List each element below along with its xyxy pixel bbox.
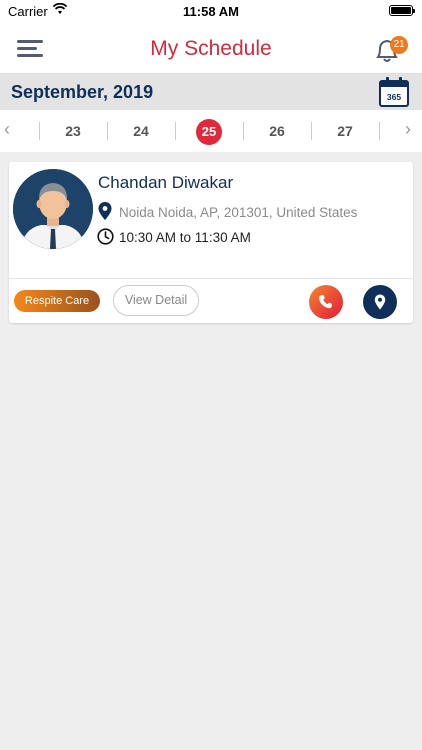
- battery-icon: [389, 5, 415, 16]
- date-cell-23[interactable]: 23: [39, 110, 107, 152]
- date-strip: ‹ 23 24 25 26 27 ›: [0, 110, 422, 152]
- appointment-time: 10:30 AM to 11:30 AM: [119, 230, 251, 245]
- status-bar: Carrier 11:58 AM: [0, 0, 422, 22]
- date-cell-27[interactable]: 27: [311, 110, 379, 152]
- phone-icon: [319, 295, 332, 309]
- view-detail-button[interactable]: View Detail: [113, 285, 199, 316]
- call-button[interactable]: [309, 285, 343, 319]
- client-name: Chandan Diwakar: [98, 173, 234, 192]
- nav-bar: My Schedule 21: [0, 22, 422, 74]
- navigate-button[interactable]: [363, 285, 397, 319]
- map-pin-icon: [374, 294, 386, 310]
- person-avatar-icon: [13, 169, 93, 249]
- month-bar: September, 2019 365: [0, 74, 422, 110]
- month-label: September, 2019: [11, 82, 154, 102]
- date-cell-26[interactable]: 26: [243, 110, 311, 152]
- clock-icon: [97, 228, 114, 245]
- prev-week-arrow[interactable]: ‹: [4, 119, 10, 140]
- calendar-365-icon[interactable]: 365: [378, 76, 410, 108]
- service-tag: Respite Care: [14, 290, 100, 312]
- avatar: [13, 169, 93, 249]
- location-pin-icon: [98, 202, 112, 220]
- date-cell-24[interactable]: 24: [107, 110, 175, 152]
- selected-date: 25: [196, 119, 222, 145]
- calendar-icon-text: 365: [387, 92, 401, 102]
- status-time: 11:58 AM: [183, 4, 239, 19]
- client-address: Noida Noida, AP, 201301, United States: [119, 205, 358, 220]
- next-week-arrow[interactable]: ›: [405, 119, 411, 140]
- card-divider: [9, 278, 413, 279]
- date-cell-25-selected[interactable]: 25: [175, 110, 243, 152]
- notification-badge: 21: [390, 36, 408, 54]
- appointment-card[interactable]: Chandan Diwakar Noida Noida, AP, 201301,…: [9, 162, 413, 323]
- page-title: My Schedule: [150, 37, 272, 60]
